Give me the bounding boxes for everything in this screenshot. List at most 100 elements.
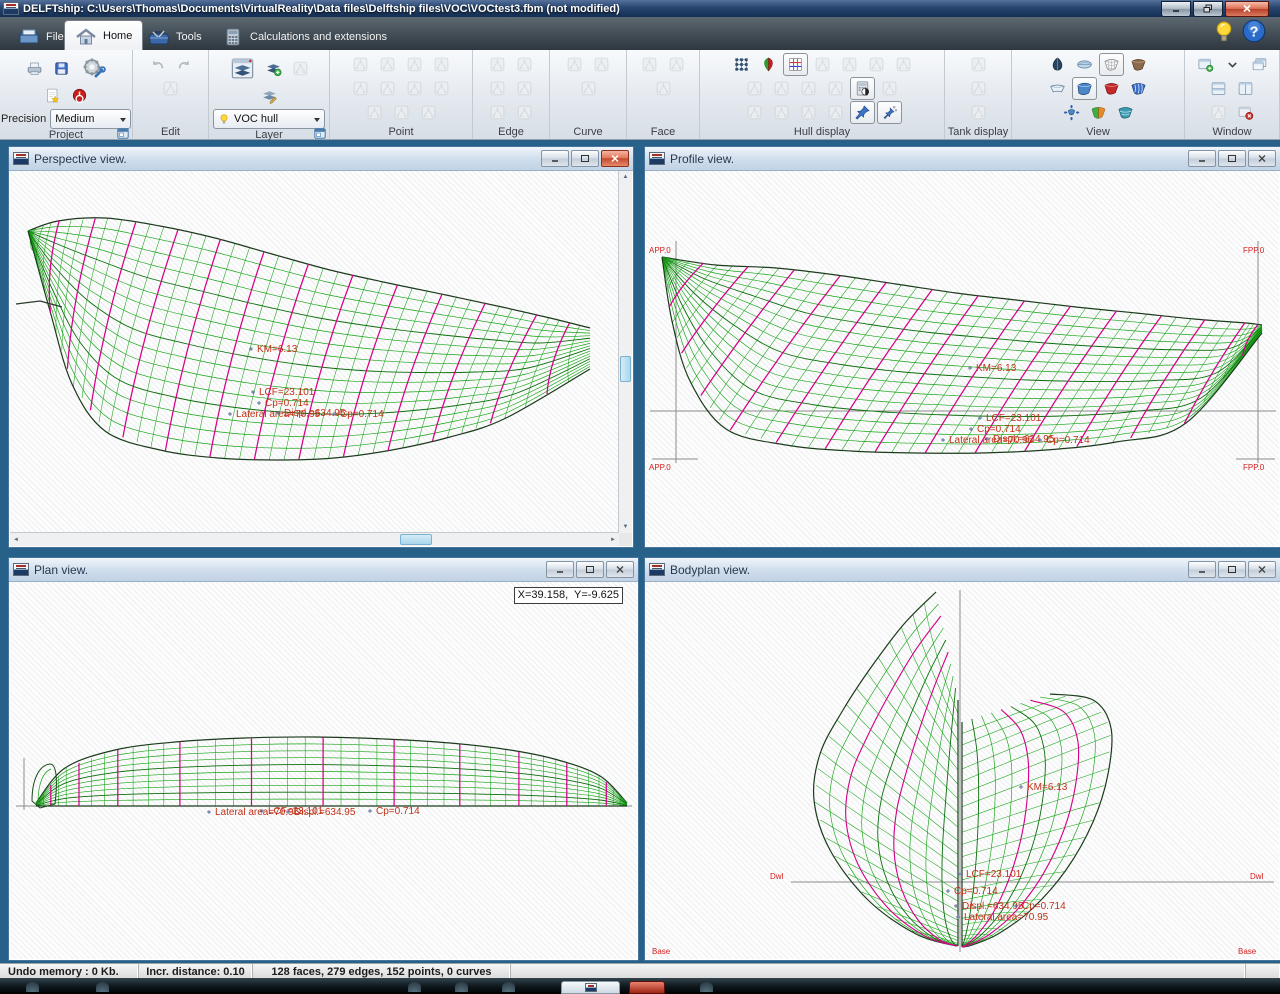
zebra-shading-button[interactable] xyxy=(1126,77,1151,100)
horizontal-scroll-thumb[interactable] xyxy=(400,534,432,545)
viewport-maximize-button[interactable] xyxy=(1218,150,1246,167)
taskbar-app-button[interactable] xyxy=(629,981,665,994)
tile-horizontal-button[interactable] xyxy=(1206,77,1231,100)
profile-viewport[interactable]: KM=6.13LCF=23.101Cp=0.714Lateral area=70… xyxy=(646,171,1279,546)
curvature-button[interactable] xyxy=(769,77,794,100)
align-points-button[interactable] xyxy=(402,77,427,100)
unlock-points-button[interactable] xyxy=(389,101,414,124)
group-dialog-launcher[interactable] xyxy=(117,126,129,137)
viewport-minimize-button[interactable] xyxy=(1188,150,1216,167)
collapse-point-button[interactable] xyxy=(375,53,400,76)
taskbar-icon[interactable] xyxy=(502,982,515,992)
tab-tools[interactable]: Tools xyxy=(138,23,212,50)
diagonals-button[interactable] xyxy=(891,53,916,76)
new-window-button[interactable] xyxy=(1193,53,1218,76)
new-curve-button[interactable] xyxy=(562,53,587,76)
print-button[interactable] xyxy=(22,57,47,80)
horizontal-scrollbar[interactable]: ◄ ► xyxy=(10,532,619,546)
tab-calculations[interactable]: Calculations and extensions xyxy=(212,23,397,50)
add-point-button[interactable] xyxy=(348,53,373,76)
gauss-curvature-button[interactable] xyxy=(1099,77,1124,100)
redo-button[interactable] xyxy=(172,53,197,76)
perspective-canvas[interactable]: KM=6.13LCF=23.101Cp=0.714Lateral area=70… xyxy=(10,171,619,533)
markers-button[interactable] xyxy=(877,77,902,100)
developability-button[interactable] xyxy=(1086,101,1111,124)
extrude-edge-button[interactable] xyxy=(485,101,510,124)
plan-canvas[interactable]: Lateral area=70.95LCF=23.101Displ.=634.9… xyxy=(10,582,637,959)
scroll-down-arrow[interactable]: ▼ xyxy=(619,521,632,533)
pin-hydrostatics-button[interactable] xyxy=(850,101,875,124)
tile-vertical-button[interactable] xyxy=(1233,77,1258,100)
new-face-button[interactable] xyxy=(637,53,662,76)
invert-faces-button[interactable] xyxy=(664,53,689,76)
bodyplan-view-titlebar[interactable]: Bodyplan view. xyxy=(645,558,1280,582)
group-dialog-launcher[interactable] xyxy=(314,126,326,137)
sectional-areas-button[interactable] xyxy=(769,101,794,124)
insert-plane-button[interactable] xyxy=(348,77,373,100)
flowlines-button[interactable] xyxy=(823,77,848,100)
both-sides-button[interactable] xyxy=(756,53,781,76)
perspective-view-button[interactable] xyxy=(1072,77,1097,100)
intersect-layers-button[interactable] xyxy=(375,77,400,100)
window-menu-button[interactable] xyxy=(1220,53,1245,76)
taskbar-icon[interactable] xyxy=(408,982,421,992)
collapse-edge-button[interactable] xyxy=(485,53,510,76)
hint-bulb-icon[interactable] xyxy=(1215,19,1233,43)
add-layer-button[interactable] xyxy=(261,57,286,80)
insert-edge-button[interactable] xyxy=(485,77,510,100)
stations-button[interactable] xyxy=(810,53,835,76)
crease-edge-button[interactable] xyxy=(512,77,537,100)
save-button[interactable] xyxy=(49,57,74,80)
viewport-close-button[interactable] xyxy=(606,561,634,578)
taskbar-icon[interactable] xyxy=(96,982,109,992)
tanks-transparent-button[interactable] xyxy=(966,101,991,124)
scroll-left-arrow[interactable]: ◄ xyxy=(10,533,22,546)
split-edge-button[interactable] xyxy=(512,53,537,76)
vertical-scrollbar[interactable]: ▲ ▼ xyxy=(618,171,632,533)
bodyplan-view-button[interactable] xyxy=(1045,53,1070,76)
scroll-right-arrow[interactable]: ► xyxy=(607,533,619,546)
profile-canvas[interactable]: KM=6.13LCF=23.101Cp=0.714Lateral area=70… xyxy=(646,171,1279,546)
restore-button[interactable] xyxy=(1193,1,1223,17)
exit-button[interactable] xyxy=(67,84,92,107)
viewport-close-button[interactable] xyxy=(1248,561,1276,578)
help-button[interactable]: ? xyxy=(1242,19,1266,43)
profile-view-button[interactable] xyxy=(1045,77,1070,100)
scroll-up-arrow[interactable]: ▲ xyxy=(619,171,632,183)
minimize-button[interactable] xyxy=(1161,1,1191,17)
layer-properties-button[interactable] xyxy=(225,53,259,83)
active-layer-select[interactable]: VOC hull xyxy=(213,109,325,129)
tanks-shaded-button[interactable] xyxy=(966,77,991,100)
lock-points-button[interactable] xyxy=(362,101,387,124)
perspective-view-titlebar[interactable]: Perspective view. xyxy=(9,147,633,171)
start-orb-icon[interactable] xyxy=(26,982,39,992)
bodyplan-canvas[interactable]: KM=6.13LCF=23.101Cp=0.714Displ.=634.95Cp… xyxy=(646,582,1279,959)
cascade-windows-button[interactable] xyxy=(1247,53,1272,76)
pin-points-button[interactable] xyxy=(877,101,902,124)
plan-view-button[interactable] xyxy=(1072,53,1097,76)
profile-view-titlebar[interactable]: Profile view. xyxy=(645,147,1280,171)
auto-group-button[interactable] xyxy=(257,84,282,107)
viewport-minimize-button[interactable] xyxy=(541,150,569,167)
zoom-all-button[interactable] xyxy=(1059,101,1084,124)
face-normals-button[interactable] xyxy=(651,77,676,100)
environment-mapping-button[interactable] xyxy=(1113,101,1138,124)
viewport-minimize-button[interactable] xyxy=(1188,561,1216,578)
close-button[interactable] xyxy=(1225,1,1269,17)
arrange-icons-button[interactable] xyxy=(1206,101,1231,124)
viewport-minimize-button[interactable] xyxy=(546,561,574,578)
tanks-visible-button[interactable] xyxy=(966,53,991,76)
viewport-maximize-button[interactable] xyxy=(576,561,604,578)
delete-button[interactable] xyxy=(158,77,183,100)
wireframe-button[interactable] xyxy=(1099,53,1124,76)
hydrostatic-features-button[interactable] xyxy=(850,77,875,100)
project-points-button[interactable] xyxy=(429,77,454,100)
bodyplan-viewport[interactable]: KM=6.13LCF=23.101Cp=0.714Displ.=634.95Cp… xyxy=(646,582,1279,959)
perspective-viewport[interactable]: KM=6.13LCF=23.101Cp=0.714Lateral area=70… xyxy=(10,171,632,546)
new-project-button[interactable] xyxy=(40,84,65,107)
viewport-maximize-button[interactable] xyxy=(571,150,599,167)
lines-plan-button[interactable] xyxy=(823,101,848,124)
viewport-maximize-button[interactable] xyxy=(1218,561,1246,578)
remove-point-button[interactable] xyxy=(402,53,427,76)
waterlines-button[interactable] xyxy=(864,53,889,76)
